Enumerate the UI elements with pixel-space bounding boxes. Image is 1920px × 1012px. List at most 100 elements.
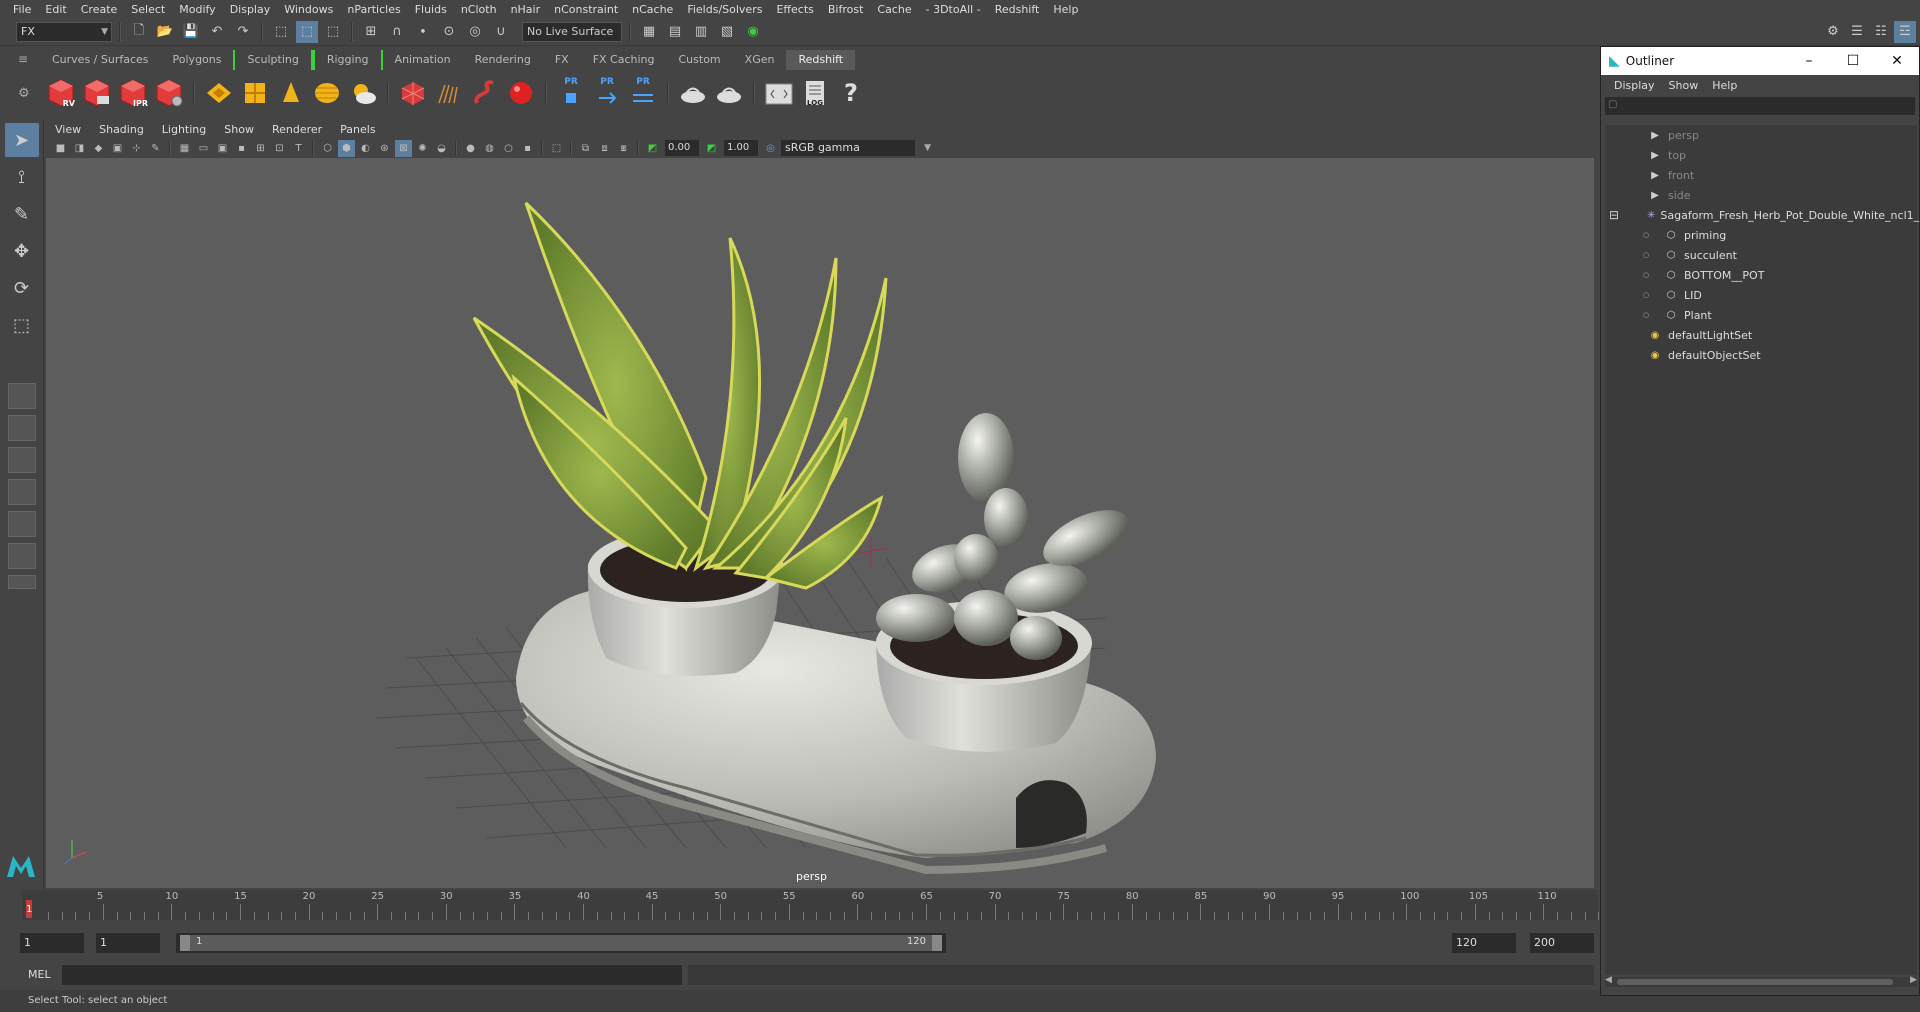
scene-start-field[interactable]: 1 [20, 933, 84, 953]
outliner-item[interactable]: ○ ⬡ succulent [1605, 245, 1917, 265]
rs-light-spot-icon[interactable] [276, 77, 306, 109]
rs-tea-pot-2-icon[interactable] [714, 77, 744, 109]
undo-icon[interactable]: ↶ [206, 21, 228, 43]
panel-menu-item[interactable]: View [46, 123, 90, 136]
rs-help-icon[interactable]: ? [836, 77, 866, 109]
tool-settings-icon[interactable]: ☷ [1870, 21, 1892, 43]
menu-item[interactable]: Help [1046, 3, 1085, 16]
film-gate-icon[interactable]: ▭ [195, 140, 212, 157]
rs-volume-icon[interactable] [470, 77, 500, 109]
playback-start-field[interactable]: 1 [96, 933, 160, 953]
ipr-render-icon[interactable]: ▧ [716, 21, 738, 43]
shelf-tab[interactable]: Sculpting [233, 50, 313, 70]
outliner-item[interactable]: ◉ defaultObjectSet [1605, 345, 1917, 365]
exposure-icon[interactable]: ◩ [644, 140, 661, 157]
menu-item[interactable]: nCache [625, 3, 680, 16]
snap-magnet-icon[interactable]: ∪ [490, 21, 512, 43]
menu-item[interactable]: nHair [504, 3, 548, 16]
resolution-gate-icon[interactable]: ▣ [214, 140, 231, 157]
menu-item[interactable]: Cache [870, 3, 918, 16]
scale-tool-icon[interactable]: ⬚ [5, 308, 39, 342]
rs-script-icon[interactable] [764, 77, 794, 109]
outliner-horizontal-scrollbar[interactable]: ◀ ▶ [1605, 975, 1917, 987]
menu-item[interactable]: nCloth [454, 3, 504, 16]
menu-item[interactable]: File [6, 3, 38, 16]
outliner-item[interactable]: ○ ⬡ priming [1605, 225, 1917, 245]
panel-menu-item[interactable]: Renderer [263, 123, 331, 136]
shelf-settings-icon[interactable]: ⚙ [18, 86, 34, 102]
color-management-icon[interactable]: ◎ [762, 140, 779, 157]
multisample-aa-icon[interactable]: ○ [500, 140, 517, 157]
rs-tea-pot-icon[interactable] [678, 77, 708, 109]
depth-of-field-icon[interactable]: ▪ [519, 140, 536, 157]
range-start-grip[interactable] [180, 935, 190, 951]
2d-pan-zoom-icon[interactable]: ⊹ [128, 140, 145, 157]
menu-item[interactable]: Create [74, 3, 125, 16]
isolate-select-icon[interactable]: ⬚ [548, 140, 565, 157]
outliner-persp-layout-button[interactable] [7, 543, 36, 569]
hypershade-icon[interactable]: ◉ [742, 21, 764, 43]
exposure-field[interactable]: 0.00 [665, 140, 699, 156]
rotate-tool-icon[interactable]: ⟳ [5, 271, 39, 305]
single-view-layout-button[interactable] [7, 383, 36, 409]
snap-point-icon[interactable]: ∙ [412, 21, 434, 43]
screen-space-ao-icon[interactable]: ● [462, 140, 479, 157]
cmd-language-label[interactable]: MEL [28, 968, 51, 981]
outliner-menu-item[interactable]: Help [1705, 79, 1744, 92]
camera-attributes-icon[interactable]: ◨ [71, 140, 88, 157]
new-scene-icon[interactable]: 🗋 [128, 21, 150, 43]
smooth-shade-icon[interactable]: ⬢ [338, 139, 355, 157]
menu-item[interactable]: Display [223, 3, 278, 16]
scroll-left-icon[interactable]: ◀ [1605, 975, 1612, 985]
rs-sun-sky-icon[interactable] [348, 77, 378, 109]
rs-light-ies-icon[interactable] [312, 77, 342, 109]
shelf-tab[interactable]: Rigging [312, 50, 383, 70]
move-tool-icon[interactable]: ✥ [5, 234, 39, 268]
panel-menu-item[interactable]: Lighting [153, 123, 215, 136]
shelf-tab[interactable]: Redshift [786, 50, 856, 70]
select-component-icon[interactable]: ⬚ [322, 21, 344, 43]
scroll-thumb[interactable] [1617, 979, 1893, 985]
menu-set-dropdown[interactable]: FX ▼ [16, 21, 112, 42]
playback-end-field[interactable]: 120 [1452, 933, 1516, 953]
snap-surface-icon[interactable]: ◎ [464, 21, 486, 43]
outliner-item[interactable]: ▶ side [1605, 185, 1917, 205]
shelf-tab[interactable]: XGen [732, 50, 787, 70]
select-object-icon[interactable]: ⬚ [296, 20, 318, 43]
persp-outliner-layout-button[interactable] [7, 511, 36, 537]
gate-mask-icon[interactable]: ▪ [233, 140, 250, 157]
range-slider-track[interactable]: 1 120 [176, 933, 946, 953]
xray-components-icon[interactable]: ⧆ [615, 140, 632, 157]
redshift-ipr-icon[interactable]: IPR [118, 77, 148, 109]
rs-material-ball-icon[interactable] [506, 77, 536, 109]
shelf-tab[interactable]: Custom [666, 50, 733, 70]
grease-pencil-icon[interactable]: ✎ [147, 140, 164, 157]
render-settings-icon[interactable]: ▦ [638, 21, 660, 43]
command-input[interactable] [62, 965, 682, 985]
wireframe-icon[interactable]: ⬡ [319, 140, 336, 157]
gamma-icon[interactable]: ◩ [703, 140, 720, 157]
menu-item[interactable]: - 3DtoAll - [919, 3, 988, 16]
expand-layouts-button[interactable] [7, 575, 36, 589]
xray-joints-icon[interactable]: ⧈ [596, 140, 613, 157]
channel-box-icon[interactable]: ☲ [1894, 20, 1916, 43]
menu-item[interactable]: nConstraint [547, 3, 625, 16]
outliner-item[interactable]: ○ ⬡ LID [1605, 285, 1917, 305]
scene-end-field[interactable]: 200 [1530, 933, 1594, 953]
panel-menu-item[interactable]: Shading [90, 123, 153, 136]
outliner-item[interactable]: ▶ top [1605, 145, 1917, 165]
xray-icon[interactable]: ⧉ [577, 140, 594, 157]
shelf-tab[interactable]: Rendering [462, 50, 543, 70]
outliner-search-input[interactable]: ▢ [1605, 97, 1915, 115]
persp-graph-layout-button[interactable] [7, 479, 36, 505]
shelf-tab[interactable]: Curves / Surfaces [40, 50, 161, 70]
open-scene-icon[interactable]: 📂 [154, 21, 176, 43]
side-by-side-layout-button[interactable] [7, 447, 36, 473]
rs-hair-icon[interactable] [434, 77, 464, 109]
select-hierarchy-icon[interactable]: ⬚ [270, 21, 292, 43]
close-icon[interactable]: ✕ [1875, 53, 1919, 69]
shelf-tab[interactable]: Animation [382, 50, 463, 70]
shelf-tab[interactable]: FX [542, 50, 581, 70]
rs-light-area-icon[interactable] [204, 77, 234, 109]
menu-item[interactable]: Effects [769, 3, 820, 16]
